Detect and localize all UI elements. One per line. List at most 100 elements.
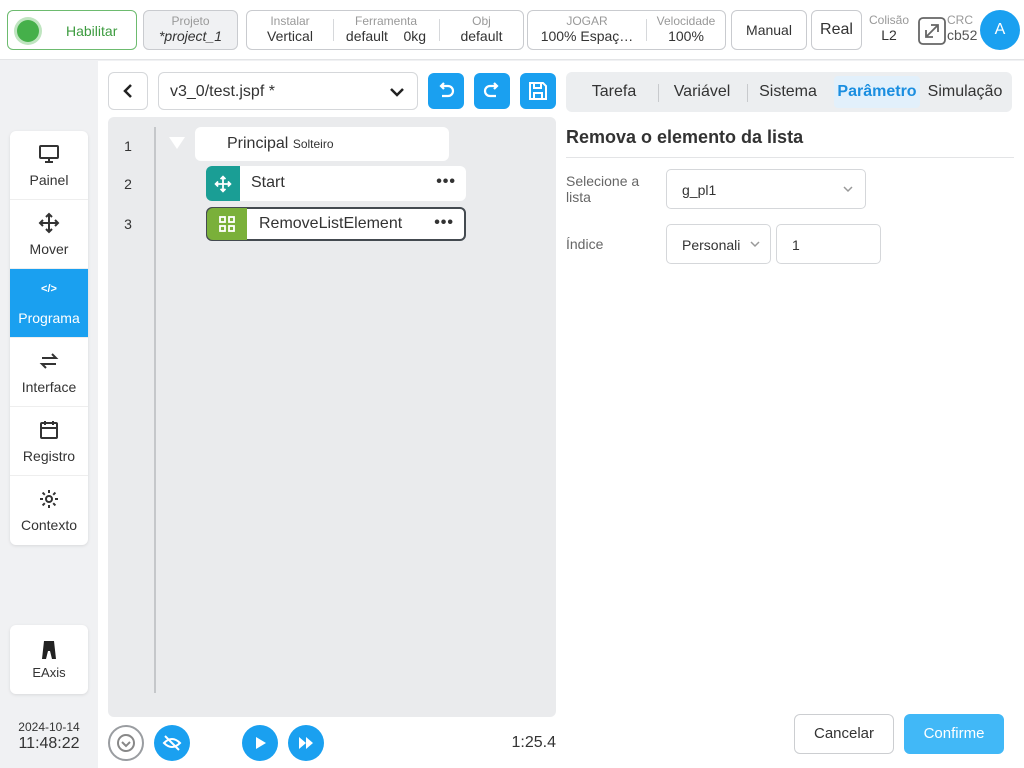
fast-forward-icon [299, 737, 313, 749]
sidebar-item-painel[interactable]: Painel [10, 131, 88, 200]
tab-variavel[interactable]: Variável [662, 76, 742, 108]
undo-button[interactable] [428, 73, 464, 109]
crc-title: CRC [947, 13, 973, 27]
list-field-label: Selecione a lista [566, 173, 640, 205]
divider [747, 84, 748, 102]
crc-indicator: CRC cb52 [947, 14, 981, 52]
collapse-icon[interactable] [169, 137, 185, 149]
index-mode-select[interactable]: Personali [666, 224, 771, 264]
sidebar-item-mover[interactable]: Mover [10, 200, 88, 269]
chevron-down-icon [750, 241, 760, 248]
collision-value: L2 [881, 27, 897, 43]
sidebar-item-eaxis[interactable]: EAxis [10, 625, 88, 694]
project-name: *project_1 [158, 28, 223, 44]
sidebar-item-label: Programa [18, 310, 80, 326]
save-button[interactable] [520, 73, 556, 109]
enable-status-icon [17, 20, 39, 42]
tab-bar: Tarefa Variável Sistema Parâmetro Simula… [566, 72, 1012, 112]
eaxis-icon [42, 641, 56, 659]
enable-button[interactable]: Habilitar [7, 10, 137, 50]
more-icon[interactable]: ••• [434, 214, 454, 232]
speed-value: 100% [668, 28, 704, 44]
save-icon [529, 82, 547, 100]
divider [658, 84, 659, 102]
step-forward-button[interactable] [288, 725, 324, 761]
step-mode-button[interactable] [108, 725, 144, 761]
speed-title: Velocidade [656, 14, 716, 28]
root-sub-label: Solteiro [292, 137, 334, 151]
manual-mode-button[interactable]: Manual [731, 10, 807, 50]
file-name: v3_0/test.jspf * [170, 83, 275, 100]
sidebar-item-label: EAxis [32, 665, 66, 680]
elapsed-time: 1:25.4 [511, 734, 556, 751]
tree-node-removelistelement[interactable]: RemoveListElement ••• [206, 207, 466, 241]
run-button[interactable] [242, 725, 278, 761]
jog-speed-panel[interactable]: JOGAR 100% Espaç… Velocidade 100% [527, 10, 726, 50]
project-title: Projeto [171, 14, 210, 28]
step-icon [117, 734, 135, 752]
crc-value: cb52 [947, 27, 978, 43]
collision-title: Colisão [868, 13, 910, 27]
expand-icon[interactable] [917, 16, 947, 46]
list-select[interactable]: g_pl1 [666, 169, 866, 209]
node-label: RemoveListElement [259, 215, 403, 232]
index-value: 1 [792, 237, 800, 253]
top-bar: Habilitar Projeto *project_1 Instalar Ve… [0, 0, 1024, 60]
move-icon [206, 166, 240, 201]
tab-simulacao[interactable]: Simulação [922, 76, 1008, 108]
sidebar-item-registro[interactable]: Registro [10, 407, 88, 476]
node-label: Start [251, 174, 285, 191]
enable-label: Habilitar [66, 23, 118, 39]
sidebar-item-label: Interface [21, 379, 77, 395]
undo-icon [439, 82, 455, 98]
breakpoint-toggle[interactable] [154, 725, 190, 761]
tab-tarefa[interactable]: Tarefa [576, 76, 652, 108]
chevron-left-icon [123, 84, 132, 98]
root-label: Principal [227, 135, 289, 152]
obj-title: Obj [472, 14, 491, 28]
list-select-value: g_pl1 [682, 182, 717, 198]
sidebar-item-label: Registro [22, 448, 76, 464]
index-value-input[interactable]: 1 [776, 224, 881, 264]
tree-node-start[interactable]: Start ••• [206, 166, 466, 201]
sidebar-nav: Painel Mover </> Programa Interface Regi… [10, 131, 88, 545]
sidebar-item-contexto[interactable]: Contexto [10, 476, 88, 545]
confirm-button[interactable]: Confirme [904, 714, 1004, 754]
line-number: 3 [124, 216, 132, 232]
monitor-icon [39, 145, 59, 163]
sidebar-item-interface[interactable]: Interface [10, 338, 88, 407]
more-icon[interactable]: ••• [436, 173, 456, 191]
project-selector[interactable]: Projeto *project_1 [143, 10, 238, 50]
sidebar-item-label: Contexto [20, 517, 78, 533]
swap-icon [39, 353, 59, 369]
install-tool-obj-panel[interactable]: Instalar Vertical Ferramenta default 0kg… [246, 10, 524, 50]
user-avatar[interactable]: A [980, 10, 1020, 50]
redo-icon [483, 82, 499, 98]
calendar-icon [40, 421, 58, 439]
install-value: Vertical [267, 28, 313, 44]
tab-parametro[interactable]: Parâmetro [834, 76, 920, 108]
sidebar-item-programa[interactable]: </> Programa [10, 269, 88, 338]
chevron-down-icon [843, 186, 853, 193]
jog-title: JOGAR [566, 14, 608, 28]
gear-icon [40, 490, 58, 508]
cancel-button[interactable]: Cancelar [794, 714, 894, 754]
tab-sistema[interactable]: Sistema [752, 76, 824, 108]
file-select[interactable]: v3_0/test.jspf * [158, 72, 418, 110]
date-display: 2024-10-14 [18, 720, 80, 734]
line-number: 1 [124, 138, 132, 154]
real-mode-button[interactable]: Real [811, 10, 862, 50]
back-button[interactable] [108, 72, 148, 110]
chevron-down-icon [390, 88, 404, 97]
tool-value: default [345, 28, 388, 44]
tree-node-root[interactable]: Principal Solteiro [195, 127, 449, 161]
jog-value: 100% Espaç… [540, 28, 634, 44]
obj-value: default [460, 28, 503, 44]
eaxis-card: EAxis [10, 625, 88, 694]
line-number: 2 [124, 176, 132, 192]
tool-weight: 0kg [403, 28, 427, 44]
redo-button[interactable] [474, 73, 510, 109]
collision-indicator: Colisão L2 [866, 14, 912, 52]
grid-icon [207, 208, 247, 240]
move-icon [38, 212, 60, 234]
